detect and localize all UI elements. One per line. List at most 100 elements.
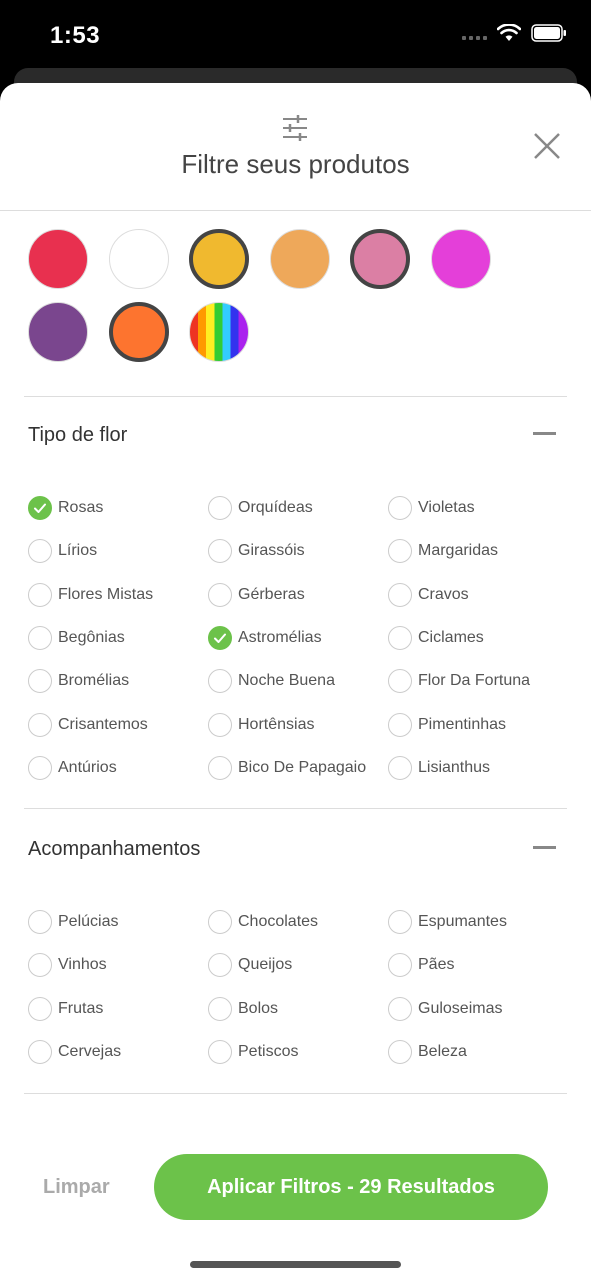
filter-option-label: Girassóis: [238, 542, 305, 560]
checkbox[interactable]: [28, 910, 52, 934]
filter-option[interactable]: Guloseimas: [388, 996, 503, 1021]
filter-option[interactable]: Girassóis: [208, 539, 305, 564]
home-indicator: [190, 1261, 401, 1268]
checkbox[interactable]: [208, 1039, 232, 1064]
wifi-icon: [497, 24, 521, 41]
filter-option[interactable]: Beleza: [388, 1039, 467, 1064]
checkbox[interactable]: [388, 1039, 412, 1064]
checkbox[interactable]: [208, 539, 232, 564]
checkbox[interactable]: [28, 669, 52, 694]
filter-option[interactable]: Antúrios: [28, 755, 117, 780]
filter-option-label: Beleza: [418, 1042, 467, 1060]
filter-option[interactable]: Violetas: [388, 496, 475, 520]
filter-option[interactable]: Vinhos: [28, 953, 107, 978]
section-title-acompanhamentos: Acompanhamentos: [28, 838, 201, 860]
color-swatch[interactable]: [350, 229, 410, 289]
checkbox[interactable]: [28, 625, 52, 650]
filter-option[interactable]: Pimentinhas: [388, 712, 506, 737]
color-swatch[interactable]: [28, 229, 88, 289]
color-swatch[interactable]: [189, 229, 249, 289]
filter-option-label: Cervejas: [58, 1042, 122, 1060]
checkbox[interactable]: [388, 712, 412, 737]
checkbox[interactable]: [208, 496, 232, 520]
filter-option[interactable]: Pelúcias: [28, 910, 118, 934]
checkbox[interactable]: [28, 953, 52, 978]
filter-option[interactable]: Pães: [388, 953, 454, 978]
checkbox[interactable]: [208, 582, 232, 607]
checkbox[interactable]: [28, 996, 52, 1021]
cellular-signal-icon: [462, 26, 487, 40]
status-bar: 1:53: [0, 0, 591, 70]
checkbox[interactable]: [28, 755, 52, 780]
filter-option-label: Ciclames: [418, 628, 484, 646]
checkmark-icon[interactable]: [208, 625, 232, 650]
color-swatch[interactable]: [108, 229, 169, 289]
filter-option-label: Flor Da Fortuna: [418, 672, 531, 690]
filter-option[interactable]: Cervejas: [28, 1039, 122, 1064]
filter-option[interactable]: Hortênsias: [208, 712, 315, 737]
filter-option[interactable]: Orquídeas: [208, 496, 313, 520]
filter-option-label: Bromélias: [58, 672, 130, 690]
filter-option[interactable]: Queijos: [208, 953, 292, 978]
filter-option[interactable]: Ciclames: [388, 625, 484, 650]
checkbox[interactable]: [388, 755, 412, 780]
collapse-extras-section-button[interactable]: [533, 846, 556, 849]
checkbox[interactable]: [28, 582, 52, 607]
filter-option[interactable]: Flores Mistas: [28, 582, 153, 607]
checkbox[interactable]: [208, 712, 232, 737]
filter-option-label: Crisantemos: [58, 715, 148, 733]
color-swatch[interactable]: [28, 302, 88, 362]
filter-option-label: Frutas: [58, 999, 104, 1017]
checkbox[interactable]: [388, 496, 412, 520]
filter-sheet: Filtre seus produtos Tipo de flor Rosas O…: [0, 83, 591, 1280]
close-icon[interactable]: [532, 131, 562, 161]
checkbox[interactable]: [388, 669, 412, 694]
filter-option[interactable]: Bromélias: [28, 669, 130, 694]
filter-option[interactable]: Chocolates: [208, 910, 318, 934]
checkbox[interactable]: [388, 996, 412, 1021]
checkbox[interactable]: [388, 953, 412, 978]
filter-option[interactable]: Lírios: [28, 539, 97, 564]
checkbox[interactable]: [28, 539, 52, 564]
filter-option[interactable]: Flor Da Fortuna: [388, 669, 531, 694]
apply-filters-button[interactable]: Aplicar Filtros - 29 Resultados: [154, 1154, 548, 1220]
sheet-footer: Limpar Aplicar Filtros - 29 Resultados: [0, 1154, 591, 1224]
checkbox[interactable]: [208, 755, 232, 780]
checkbox[interactable]: [208, 910, 232, 934]
color-swatch[interactable]: [189, 302, 249, 362]
checkbox[interactable]: [28, 1039, 52, 1064]
filter-option-label: Chocolates: [238, 913, 319, 930]
filter-option[interactable]: Petiscos: [208, 1039, 299, 1064]
filter-option[interactable]: Rosas: [28, 496, 103, 520]
filter-option[interactable]: Frutas: [28, 996, 104, 1021]
filter-option-label: Antúrios: [58, 758, 117, 776]
filter-option-label: Petiscos: [238, 1042, 299, 1060]
filter-option-label: Guloseimas: [418, 999, 503, 1017]
color-swatch[interactable]: [430, 229, 491, 289]
filter-option[interactable]: Margaridas: [388, 539, 498, 564]
collapse-flower-section-button[interactable]: [533, 432, 556, 435]
checkmark-icon[interactable]: [28, 496, 52, 520]
filter-option[interactable]: Gérberas: [208, 582, 305, 607]
filter-option[interactable]: Bico De Papagaio: [208, 755, 366, 780]
checkbox[interactable]: [388, 625, 412, 650]
checkbox[interactable]: [388, 582, 412, 607]
filter-option[interactable]: Bolos: [208, 996, 278, 1021]
checkbox[interactable]: [388, 910, 412, 934]
checkbox[interactable]: [28, 712, 52, 737]
checkbox[interactable]: [388, 539, 412, 564]
color-swatch[interactable]: [269, 229, 330, 289]
filter-option-label: Hortênsias: [238, 715, 315, 733]
color-swatch[interactable]: [108, 302, 169, 362]
filter-option[interactable]: Espumantes: [388, 910, 507, 934]
checkbox[interactable]: [208, 996, 232, 1021]
filter-option[interactable]: Crisantemos: [28, 712, 148, 737]
filter-option[interactable]: Noche Buena: [208, 669, 335, 694]
filter-option[interactable]: Lisianthus: [388, 755, 490, 780]
filter-option[interactable]: Cravos: [388, 582, 469, 607]
clear-button[interactable]: Limpar: [43, 1176, 110, 1199]
filter-option[interactable]: Begônias: [28, 625, 125, 650]
checkbox[interactable]: [208, 953, 232, 978]
checkbox[interactable]: [208, 669, 232, 694]
filter-option[interactable]: Astromélias: [208, 625, 322, 650]
